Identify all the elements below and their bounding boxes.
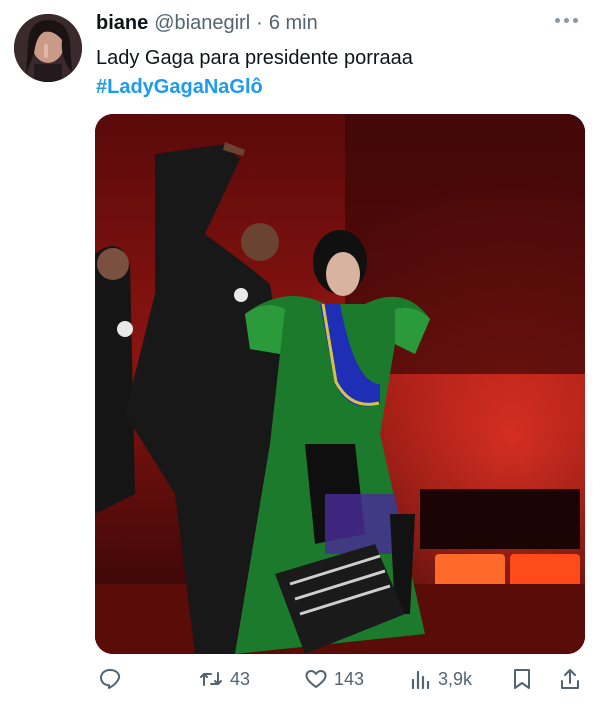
bookmark-icon [514, 669, 530, 689]
views-button[interactable]: 3,9k [408, 662, 472, 696]
avatar-image [14, 14, 82, 82]
media-image [95, 114, 585, 654]
view-count: 3,9k [438, 668, 473, 689]
tweet-text: Lady Gaga para presidente porraaa [96, 47, 413, 69]
more-icon[interactable] [555, 18, 578, 23]
like-button[interactable]: 143 [304, 662, 364, 696]
tweet-actions: 43 143 3,9k [96, 662, 586, 696]
like-icon [305, 670, 327, 688]
hashtag-link[interactable]: #LadyGagaNaGlô [96, 73, 263, 101]
tweet-media[interactable] [95, 114, 585, 654]
repost-button[interactable]: 43 [198, 662, 250, 696]
views-icon [411, 670, 430, 690]
like-count: 143 [334, 668, 365, 689]
share-button[interactable] [558, 662, 582, 696]
bookmark-button[interactable] [510, 662, 534, 696]
timestamp[interactable]: 6 min [269, 12, 318, 35]
display-name[interactable]: biane [96, 12, 148, 35]
repost-count: 43 [230, 668, 251, 689]
avatar[interactable] [14, 14, 82, 82]
reply-button[interactable] [98, 662, 122, 696]
reply-icon [100, 669, 121, 689]
repost-icon [200, 672, 222, 686]
share-icon [561, 669, 579, 689]
separator: · [256, 12, 263, 34]
user-handle[interactable]: @bianegirl [154, 12, 250, 35]
tweet-header: biane @bianegirl · 6 min [96, 12, 580, 40]
